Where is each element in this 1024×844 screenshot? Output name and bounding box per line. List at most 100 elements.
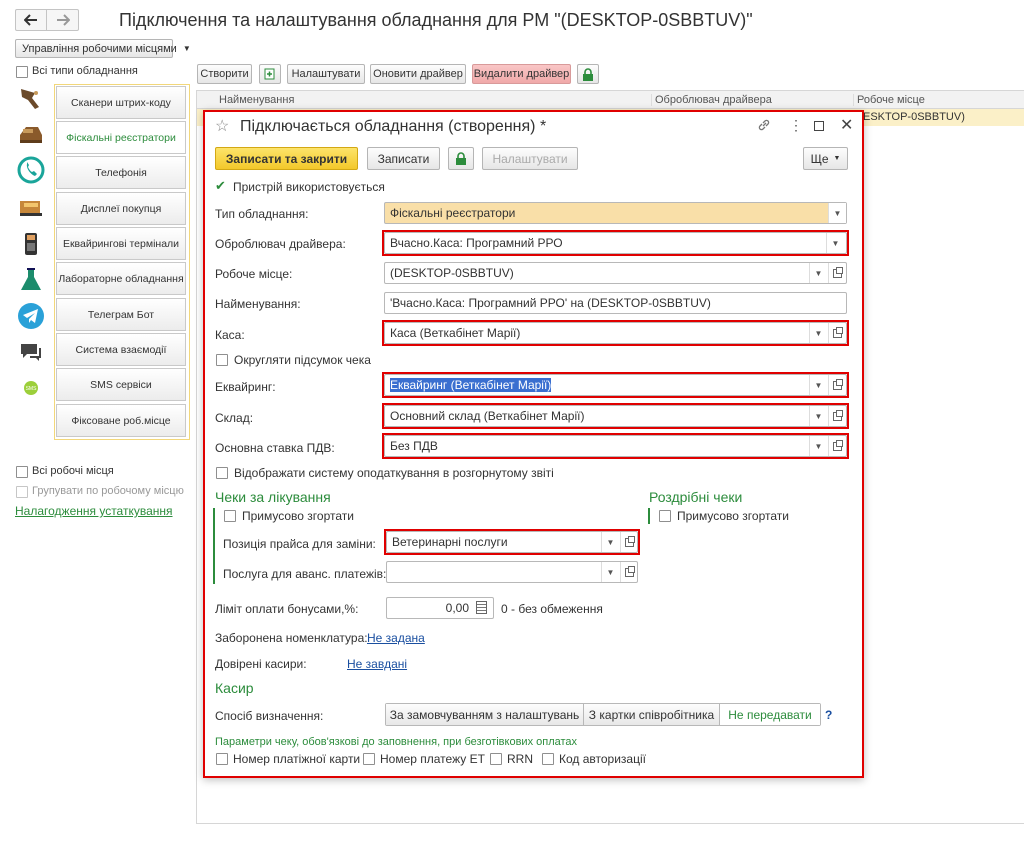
nav-item-label: Телеграм Бот — [87, 308, 155, 321]
cashier-heading: Касир — [215, 680, 254, 696]
workplace-open-icon[interactable] — [828, 263, 846, 283]
pos-terminal-icon — [17, 230, 45, 258]
more-button[interactable]: Ще ▼ — [803, 147, 848, 170]
medical-section-bar — [213, 508, 215, 584]
nav-item[interactable]: Система взаємодії — [56, 333, 186, 366]
equipment-setup-link[interactable]: Налагодження устаткування — [15, 504, 173, 518]
cashier-help-icon[interactable]: ? — [825, 708, 832, 722]
settings-button[interactable]: Налаштувати — [287, 64, 365, 84]
nav-item-label: Система взаємодії — [75, 343, 167, 356]
device-used-checkbox[interactable]: ✔ — [215, 179, 228, 192]
more-vertical-icon[interactable]: ⋮ — [789, 118, 803, 132]
nav-item-label: Дисплеї покупця — [80, 202, 162, 215]
nav-item-label: Телефонія — [95, 166, 147, 179]
update-driver-button[interactable]: Оновити драйвер — [370, 64, 466, 84]
param-rrn-checkbox[interactable] — [490, 753, 502, 765]
save-button[interactable]: Записати — [367, 147, 440, 170]
forward-button[interactable] — [47, 10, 78, 30]
col-driver-header[interactable]: Оброблювач драйвера — [651, 94, 772, 106]
forbidden-items-label: Заборонена номенклатура: — [215, 631, 368, 645]
lock-button[interactable] — [577, 64, 599, 84]
back-forward-group — [15, 9, 79, 31]
name-field[interactable]: 'Вчасно.Каса: Програмний РРО' на (DESKTO… — [384, 292, 847, 314]
table-header: Найменування Оброблювач драйвера Робоче … — [197, 91, 1024, 109]
arrow-right-icon — [56, 14, 70, 26]
nav-item[interactable]: Еквайрингові термінали — [56, 227, 186, 260]
acquiring-label: Еквайринг: — [215, 380, 276, 394]
save-close-label: Записати та закрити — [225, 151, 348, 166]
type-field[interactable]: Фіскальні реєстратори — [384, 202, 847, 224]
link-icon[interactable] — [757, 118, 771, 135]
nav-item-label: Фіксоване роб.місце — [71, 414, 171, 427]
retail-checks-heading: Роздрібні чеки — [649, 489, 743, 505]
calculator-icon[interactable] — [476, 601, 487, 614]
save-label: Записати — [377, 151, 430, 166]
param-auth-code-checkbox[interactable] — [542, 753, 554, 765]
create-button[interactable]: Створити — [197, 64, 252, 84]
nav-item[interactable]: Дисплеї покупця — [56, 192, 186, 225]
cashier-method-option-none[interactable]: Не передавати — [720, 704, 820, 725]
param-card-number-checkbox[interactable] — [216, 753, 228, 765]
acquiring-highlight — [382, 372, 849, 398]
driver-label: Оброблювач драйвера: — [215, 237, 346, 251]
retail-force-collapse-checkbox[interactable] — [659, 510, 671, 522]
param-payment-number-checkbox[interactable] — [363, 753, 375, 765]
dialog-lock-button[interactable] — [448, 147, 474, 170]
round-total-checkbox[interactable] — [216, 354, 228, 366]
nav-item[interactable]: SMS сервіси — [56, 368, 186, 401]
nav-item-label: Сканери штрих-коду — [71, 96, 171, 109]
type-dropdown-icon[interactable]: ▼ — [828, 203, 846, 223]
name-label: Найменування: — [215, 297, 301, 311]
copy-button[interactable] — [259, 64, 281, 84]
manage-workplaces-button[interactable]: Управління робочими місцями ▼ — [15, 39, 191, 58]
all-types-checkbox[interactable] — [16, 66, 28, 78]
create-button-label: Створити — [200, 68, 249, 80]
group-by-workplace-checkbox[interactable] — [16, 486, 28, 498]
back-button[interactable] — [16, 10, 48, 30]
workplace-label: Робоче місце: — [215, 267, 293, 281]
advance-service-open-icon[interactable] — [620, 562, 638, 582]
tax-report-checkbox[interactable] — [216, 467, 228, 479]
more-label: Ще — [810, 151, 829, 166]
forbidden-items-link[interactable]: Не задана — [367, 631, 425, 645]
delete-driver-button[interactable]: Видалити драйвер — [472, 64, 571, 84]
cashier-method-option-default[interactable]: За замовчуванням з налаштувань — [386, 704, 584, 725]
nav-item[interactable]: Фіскальні реєстратори — [56, 121, 186, 154]
trusted-cashiers-link[interactable]: Не завдані — [347, 657, 407, 671]
device-used-label: Пристрій використовується — [233, 180, 385, 194]
nav-item[interactable]: Сканери штрих-коду — [56, 86, 186, 119]
vat-highlight — [382, 433, 849, 459]
favorite-star-icon[interactable]: ☆ — [215, 116, 229, 136]
medical-force-collapse-checkbox[interactable] — [224, 510, 236, 522]
advance-service-dropdown-icon[interactable]: ▼ — [601, 562, 619, 582]
barcode-scanner-icon — [17, 84, 45, 112]
kasa-highlight — [382, 320, 849, 346]
setup-button[interactable]: Налаштувати — [482, 147, 578, 170]
dialog-title: Підключається обладнання (створення) * — [240, 118, 547, 135]
cashier-method-option-card-label: З картки співробітника — [588, 707, 715, 722]
all-workplaces-label: Всі робочі місця — [32, 465, 114, 477]
all-workplaces-checkbox[interactable] — [16, 466, 28, 478]
bonus-limit-hint: 0 - без обмеження — [501, 602, 603, 616]
nav-item-label: Фіскальні реєстратори — [66, 131, 176, 144]
nav-item[interactable]: Лабораторне обладнання — [56, 262, 186, 295]
nav-item[interactable]: Телеграм Бот — [56, 298, 186, 331]
maximize-icon[interactable] — [814, 121, 824, 131]
chat-icon — [17, 339, 45, 367]
workplace-dropdown-icon[interactable]: ▼ — [809, 263, 827, 283]
nav-item[interactable]: Фіксоване роб.місце — [56, 404, 186, 437]
nav-item[interactable]: Телефонія — [56, 156, 186, 189]
cashier-method-option-card[interactable]: З картки співробітника — [584, 704, 720, 725]
page-title: Підключення та налаштування обладнання д… — [119, 10, 753, 30]
close-icon[interactable]: ✕ — [840, 115, 853, 135]
tax-report-label: Відображати систему оподаткування в розг… — [234, 466, 554, 480]
store-label: Склад: — [215, 411, 254, 425]
vat-label: Основна ставка ПДВ: — [215, 441, 335, 455]
save-close-button[interactable]: Записати та закрити — [215, 147, 358, 170]
col-workplace-header[interactable]: Робоче місце — [853, 94, 925, 106]
workplace-field[interactable]: (DESKTOP-0SBBTUV) — [384, 262, 847, 284]
params-heading: Параметри чеку, обов'язкові до заповненн… — [215, 736, 578, 748]
param-auth-code-label: Код авторизації — [559, 752, 646, 766]
col-name-header[interactable]: Найменування — [219, 94, 294, 106]
param-rrn-label: RRN — [507, 752, 533, 766]
